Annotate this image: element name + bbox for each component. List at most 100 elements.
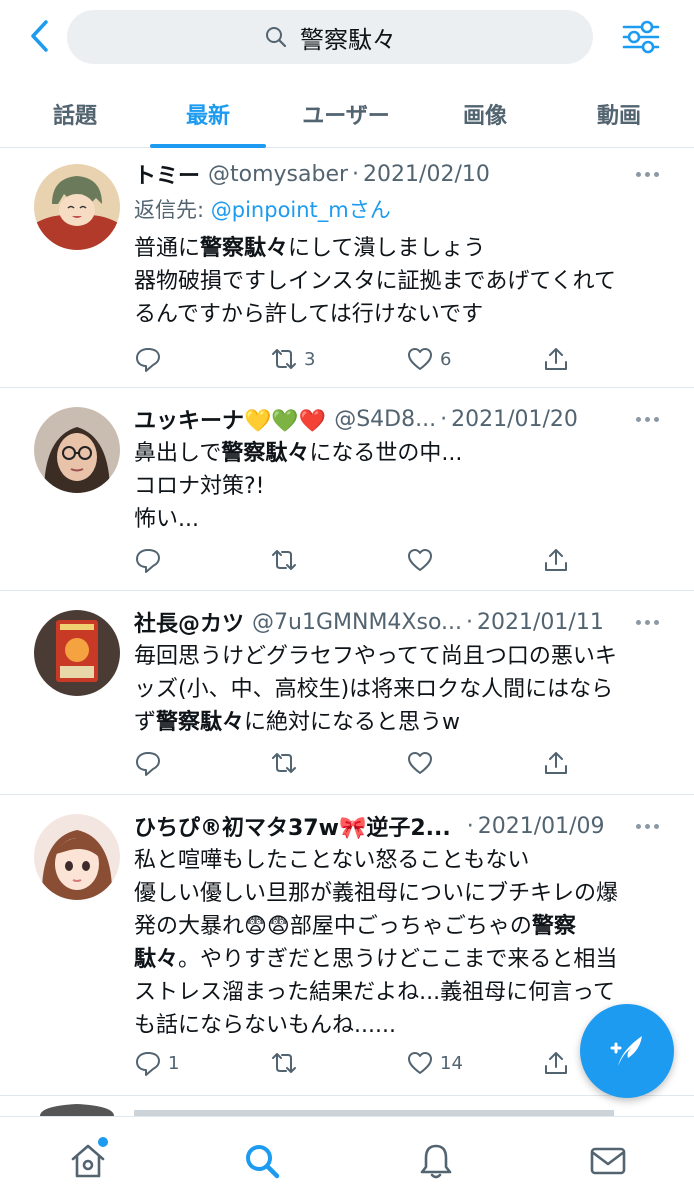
avatar[interactable] xyxy=(34,164,120,250)
tweet-date[interactable]: 2021/01/09 xyxy=(478,814,605,839)
like-button[interactable] xyxy=(406,545,440,575)
more-options-button[interactable] xyxy=(632,816,662,836)
mail-icon xyxy=(590,1147,626,1175)
tweet-text-line: ッズ(小、中、高校生)は将来ロクな人間にはなら xyxy=(134,677,614,702)
reply-button[interactable]: 1 xyxy=(134,1048,179,1078)
display-name[interactable]: 社長@カツ xyxy=(134,606,244,638)
heart-icon xyxy=(408,752,432,774)
reply-button[interactable] xyxy=(134,748,168,778)
tweet-text-line: 毎回思うけどグラセフやってて尚且つ口の悪いキ xyxy=(134,644,617,669)
retweet-icon xyxy=(272,1053,296,1073)
share-icon xyxy=(545,549,567,571)
display-name[interactable]: ひちぴ®初マタ37w🎀逆子2... xyxy=(134,810,451,842)
avatar[interactable] xyxy=(34,814,120,900)
share-button[interactable] xyxy=(542,748,570,778)
tweet[interactable]: 社長@カツ @7u1GMNM4Xso... · 2021/01/11 毎回思うけ… xyxy=(0,592,694,795)
user-handle[interactable]: @7u1GMNM4Xso... xyxy=(252,610,462,635)
tweet-text-line: 駄々。やりすぎだと思うけどここまで来ると相当 xyxy=(134,947,618,972)
tweet-text-line: 発の大暴れ😨😨部屋中ごっちゃごちゃの警察 xyxy=(134,914,576,939)
reply-icon xyxy=(136,1052,160,1076)
tweet[interactable]: ユッキーナ💛💚❤️ @S4D8... · 2021/01/20 鼻出しで警察駄々… xyxy=(0,389,694,591)
nav-messages[interactable] xyxy=(586,1139,630,1183)
nav-explore[interactable] xyxy=(240,1139,284,1183)
search-tabs: 話題 最新 ユーザー 画像 動画 xyxy=(0,80,694,148)
retweet-button[interactable]: 3 xyxy=(270,344,315,374)
like-button[interactable]: 14 xyxy=(406,1048,463,1078)
avatar[interactable] xyxy=(34,610,120,696)
tab-photos[interactable]: 画像 xyxy=(430,80,540,148)
retweet-icon xyxy=(272,550,296,570)
search-icon xyxy=(266,27,287,48)
tweet-date[interactable]: 2021/02/10 xyxy=(363,162,490,187)
back-button[interactable] xyxy=(22,16,56,56)
tab-videos[interactable]: 動画 xyxy=(564,80,674,148)
tweet-text-line: るんですから許しては行けないです xyxy=(134,302,484,327)
tweet-header: トミー @tomysaber · 2021/02/10 xyxy=(134,158,634,190)
share-icon xyxy=(545,348,567,370)
display-name[interactable]: ユッキーナ💛💚❤️ xyxy=(134,403,326,435)
tab-latest[interactable]: 最新 xyxy=(150,80,266,148)
share-button[interactable] xyxy=(542,545,570,575)
separator: · xyxy=(440,406,448,432)
tweet-actions xyxy=(134,545,574,575)
tweet-text-line: 怖い... xyxy=(134,507,199,532)
reply-button[interactable] xyxy=(134,344,168,374)
top-bar: 警察駄々 xyxy=(0,0,694,78)
tweet-text-line: ストレス溜まった結果だよね...義祖母に何言って xyxy=(134,980,616,1005)
search-settings-button[interactable] xyxy=(620,16,662,58)
heart-icon xyxy=(408,549,432,571)
more-options-button[interactable] xyxy=(632,612,662,632)
avatar[interactable] xyxy=(34,407,120,493)
compose-tweet-button[interactable] xyxy=(580,1004,674,1098)
search-query-text: 警察駄々 xyxy=(300,25,396,54)
reply-mention-link[interactable]: @pinpoint_mさん xyxy=(211,198,391,222)
sliders-icon xyxy=(622,20,660,54)
retweet-icon xyxy=(272,753,296,773)
like-button[interactable]: 6 xyxy=(406,344,451,374)
search-icon xyxy=(246,1145,280,1179)
user-handle[interactable]: @tomysaber xyxy=(208,162,348,187)
heart-icon xyxy=(408,1052,432,1074)
more-options-button[interactable] xyxy=(632,164,662,184)
tweet-text-line: 鼻出しで警察駄々になる世の中... xyxy=(134,441,463,466)
separator: · xyxy=(352,161,360,187)
heart-icon xyxy=(408,348,432,370)
like-button[interactable] xyxy=(406,748,440,778)
home-icon xyxy=(71,1144,105,1178)
tweet-header: 社長@カツ @7u1GMNM4Xso... · 2021/01/11 xyxy=(134,606,634,638)
tab-people[interactable]: ユーザー xyxy=(286,80,406,148)
tweet-date[interactable]: 2021/01/11 xyxy=(477,610,604,635)
bottom-navigation xyxy=(0,1116,694,1200)
retweet-button[interactable] xyxy=(270,748,304,778)
user-handle[interactable]: @S4D8... xyxy=(334,407,436,432)
tab-top[interactable]: 話題 xyxy=(20,80,130,148)
next-tweet-peek xyxy=(0,1100,694,1116)
nav-home[interactable] xyxy=(66,1137,110,1183)
compose-icon xyxy=(610,1036,642,1066)
reply-icon xyxy=(136,549,160,573)
reply-icon xyxy=(136,752,160,776)
share-button[interactable] xyxy=(542,1048,570,1078)
reply-prefix: 返信先: xyxy=(134,198,211,222)
retweet-button[interactable] xyxy=(270,1048,304,1078)
search-input[interactable]: 警察駄々 xyxy=(67,10,593,64)
nav-notifications[interactable] xyxy=(414,1139,458,1183)
tweet-text-line: 器物破損ですしインスタに証拠まであげてくれて xyxy=(134,269,617,294)
reply-button[interactable] xyxy=(134,545,168,575)
share-icon xyxy=(545,1052,567,1074)
tweet-date[interactable]: 2021/01/20 xyxy=(451,407,578,432)
display-name[interactable]: トミー xyxy=(134,158,200,190)
reply-icon xyxy=(136,348,160,372)
separator: · xyxy=(466,813,474,839)
like-count: 14 xyxy=(440,1052,463,1074)
tweet[interactable]: トミー @tomysaber · 2021/02/10 返信先: @pinpoi… xyxy=(0,148,694,388)
retweet-icon xyxy=(272,349,296,369)
tweet-text-line: 私と喧嘩もしたことない怒ることもない xyxy=(134,848,530,873)
tweet-actions xyxy=(134,748,574,778)
tweet-text-line: も話にならないもんね...... xyxy=(134,1013,396,1038)
more-options-button[interactable] xyxy=(632,409,662,429)
share-button[interactable] xyxy=(542,344,570,374)
tweet-text-line: コロナ対策?! xyxy=(134,474,265,499)
retweet-button[interactable] xyxy=(270,545,304,575)
tweet-actions: 1 14 xyxy=(134,1048,574,1078)
